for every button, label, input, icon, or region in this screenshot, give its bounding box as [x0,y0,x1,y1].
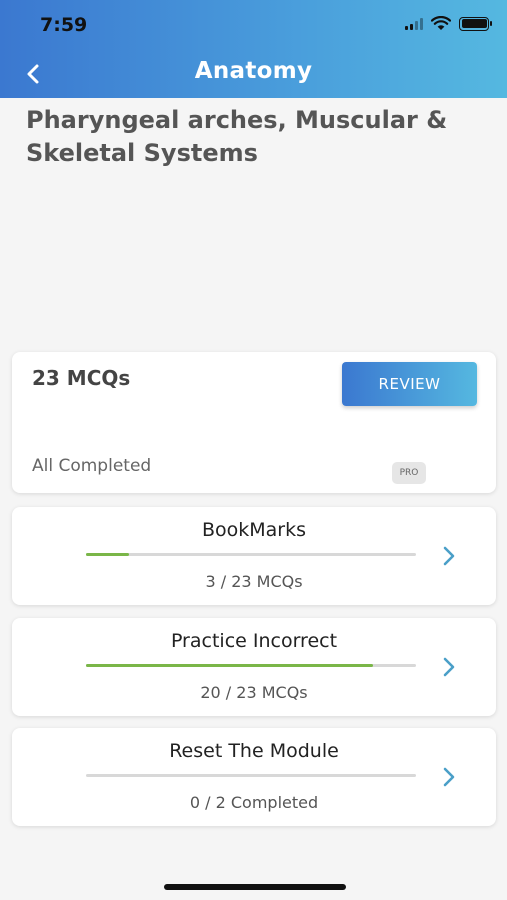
mcq-count: 23 MCQs [32,366,131,390]
action-subtitle: 20 / 23 MCQs [200,683,308,702]
page-title: Anatomy [194,58,313,84]
review-button[interactable]: REVIEW [342,362,477,406]
status-icons [405,16,492,31]
chevron-right-icon[interactable] [440,545,458,567]
action-subtitle: 3 / 23 MCQs [205,572,303,591]
action-subtitle: 0 / 2 Completed [189,793,319,812]
app-header: 7:59 Anatomy [0,0,507,98]
progress-track [86,774,416,777]
home-indicator [164,884,346,890]
action-title: BookMarks [201,519,307,541]
progress-track [86,553,416,556]
status-time: 7:59 [40,14,88,36]
completion-status: All Completed [32,456,152,476]
chevron-right-icon[interactable] [440,656,458,678]
module-title: Pharyngeal arches, Muscular & Skeletal S… [26,106,448,167]
summary-card: 23 MCQs REVIEW All Completed PRO [12,352,496,493]
chevron-right-icon[interactable] [440,766,458,788]
progress-bar [86,553,129,556]
practice-incorrect-card[interactable]: Practice Incorrect 20 / 23 MCQs [12,618,496,716]
cellular-signal-icon [405,17,423,30]
wifi-icon [431,16,451,30]
pro-badge: PRO [392,462,426,484]
progress-bar [86,664,374,667]
action-title: Reset The Module [169,740,339,762]
bookmarks-card[interactable]: BookMarks 3 / 23 MCQs [12,507,496,605]
reset-module-card[interactable]: Reset The Module 0 / 2 Completed [12,728,496,826]
progress-track [86,664,416,667]
battery-icon [459,16,492,31]
action-title: Practice Incorrect [170,630,338,652]
